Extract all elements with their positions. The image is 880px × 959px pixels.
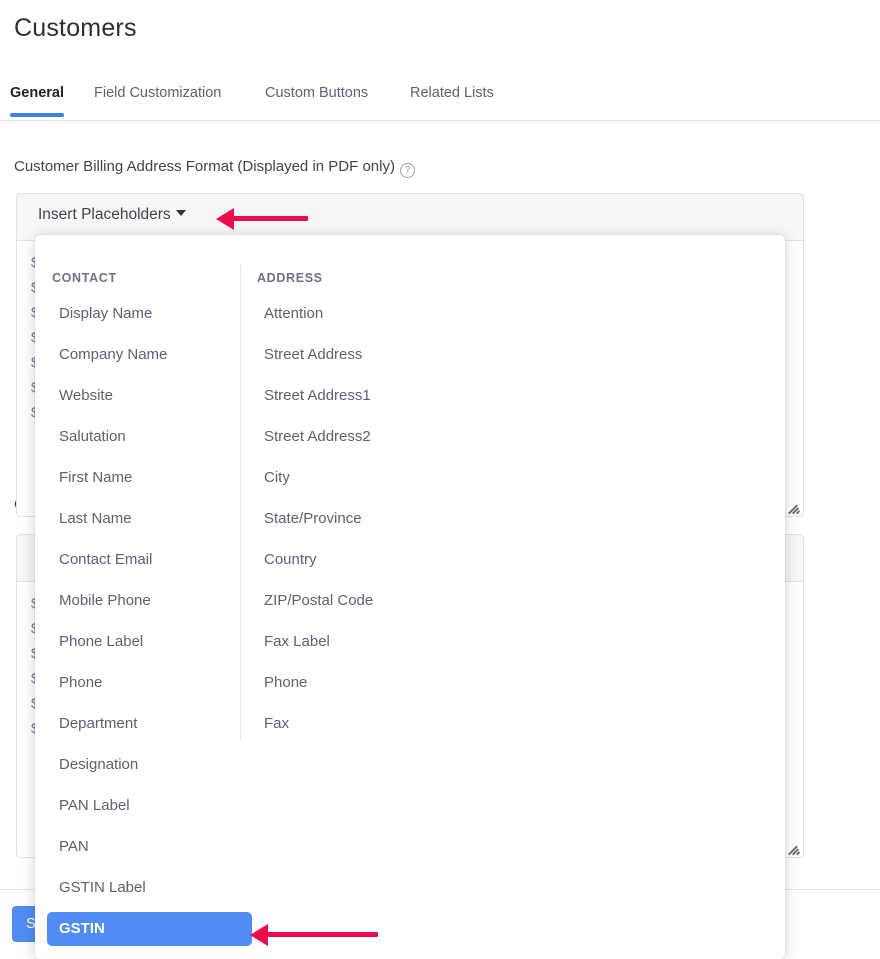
dropdown-item[interactable]: First Name (47, 461, 144, 495)
dropdown-item[interactable]: Salutation (47, 420, 138, 454)
dropdown-item[interactable]: GSTIN Label (47, 871, 158, 905)
dropdown-item[interactable]: Phone Label (47, 625, 155, 659)
dropdown-column-heading: CONTACT (52, 271, 117, 285)
tab-field-customization[interactable]: Field Customization (94, 85, 221, 103)
tab-general[interactable]: General (10, 85, 64, 103)
insert-placeholders-button[interactable]: Insert Placeholders (38, 206, 186, 224)
page-title: Customers (14, 14, 137, 43)
dropdown-item[interactable]: Street Address2 (252, 420, 383, 454)
column-divider (240, 265, 241, 740)
dropdown-item[interactable]: Fax Label (252, 625, 342, 659)
settings-page: Customers General Field Customization Cust… (0, 0, 880, 959)
dropdown-item[interactable]: Department (47, 707, 149, 741)
dropdown-item[interactable]: Company Name (47, 338, 179, 372)
insert-placeholders-dropdown[interactable]: CONTACT Display Name Company Name Website Sa… (35, 235, 785, 959)
dropdown-item[interactable]: Website (47, 379, 125, 413)
dropdown-item[interactable]: Mobile Phone (47, 584, 163, 618)
tab-label: Related Lists (410, 85, 494, 101)
section-label: Customer Billing Address Format (Display… (14, 158, 415, 178)
tab-custom-buttons[interactable]: Custom Buttons (265, 85, 368, 103)
insert-placeholders-label: Insert Placeholders (38, 206, 171, 223)
arrow-to-insert-placeholders (216, 208, 308, 230)
dropdown-item[interactable]: Phone (47, 666, 114, 700)
tab-label: General (10, 85, 64, 101)
resize-grip-icon[interactable] (788, 842, 801, 855)
dropdown-item[interactable]: Street Address (252, 338, 374, 372)
tab-label: Custom Buttons (265, 85, 368, 101)
dropdown-item[interactable]: Phone (252, 666, 319, 700)
arrow-shaft (232, 216, 308, 221)
tabbar-shadow (0, 121, 880, 125)
active-tab-underline (10, 113, 64, 117)
chevron-down-icon (176, 210, 186, 216)
dropdown-item[interactable]: Display Name (47, 297, 164, 331)
section-label-text: Customer Billing Address Format (Display… (14, 158, 395, 175)
tab-bar: General Field Customization Custom Buttons… (0, 78, 880, 120)
dropdown-item[interactable]: Attention (252, 297, 335, 331)
dropdown-item[interactable]: PAN Label (47, 789, 142, 823)
arrow-to-gstin-item (250, 924, 378, 946)
dropdown-item[interactable]: State/Province (252, 502, 374, 536)
dropdown-item[interactable]: ZIP/Postal Code (252, 584, 385, 618)
question-mark-icon[interactable]: ? (400, 163, 415, 178)
tab-related-lists[interactable]: Related Lists (410, 85, 494, 103)
dropdown-item[interactable]: City (252, 461, 302, 495)
dropdown-column-heading: ADDRESS (257, 271, 323, 285)
dropdown-item[interactable]: GSTIN (47, 912, 252, 946)
dropdown-item[interactable]: Designation (47, 748, 150, 782)
dropdown-item[interactable]: Country (252, 543, 329, 577)
dropdown-item[interactable]: PAN (47, 830, 101, 864)
dropdown-item[interactable]: Street Address1 (252, 379, 383, 413)
editor-toolbar: Insert Placeholders (16, 193, 804, 241)
dropdown-item[interactable]: Fax (252, 707, 301, 741)
resize-grip-icon[interactable] (788, 501, 801, 514)
tab-label: Field Customization (94, 85, 221, 101)
dropdown-item[interactable]: Contact Email (47, 543, 164, 577)
arrow-shaft (266, 932, 378, 937)
dropdown-item[interactable]: Last Name (47, 502, 144, 536)
